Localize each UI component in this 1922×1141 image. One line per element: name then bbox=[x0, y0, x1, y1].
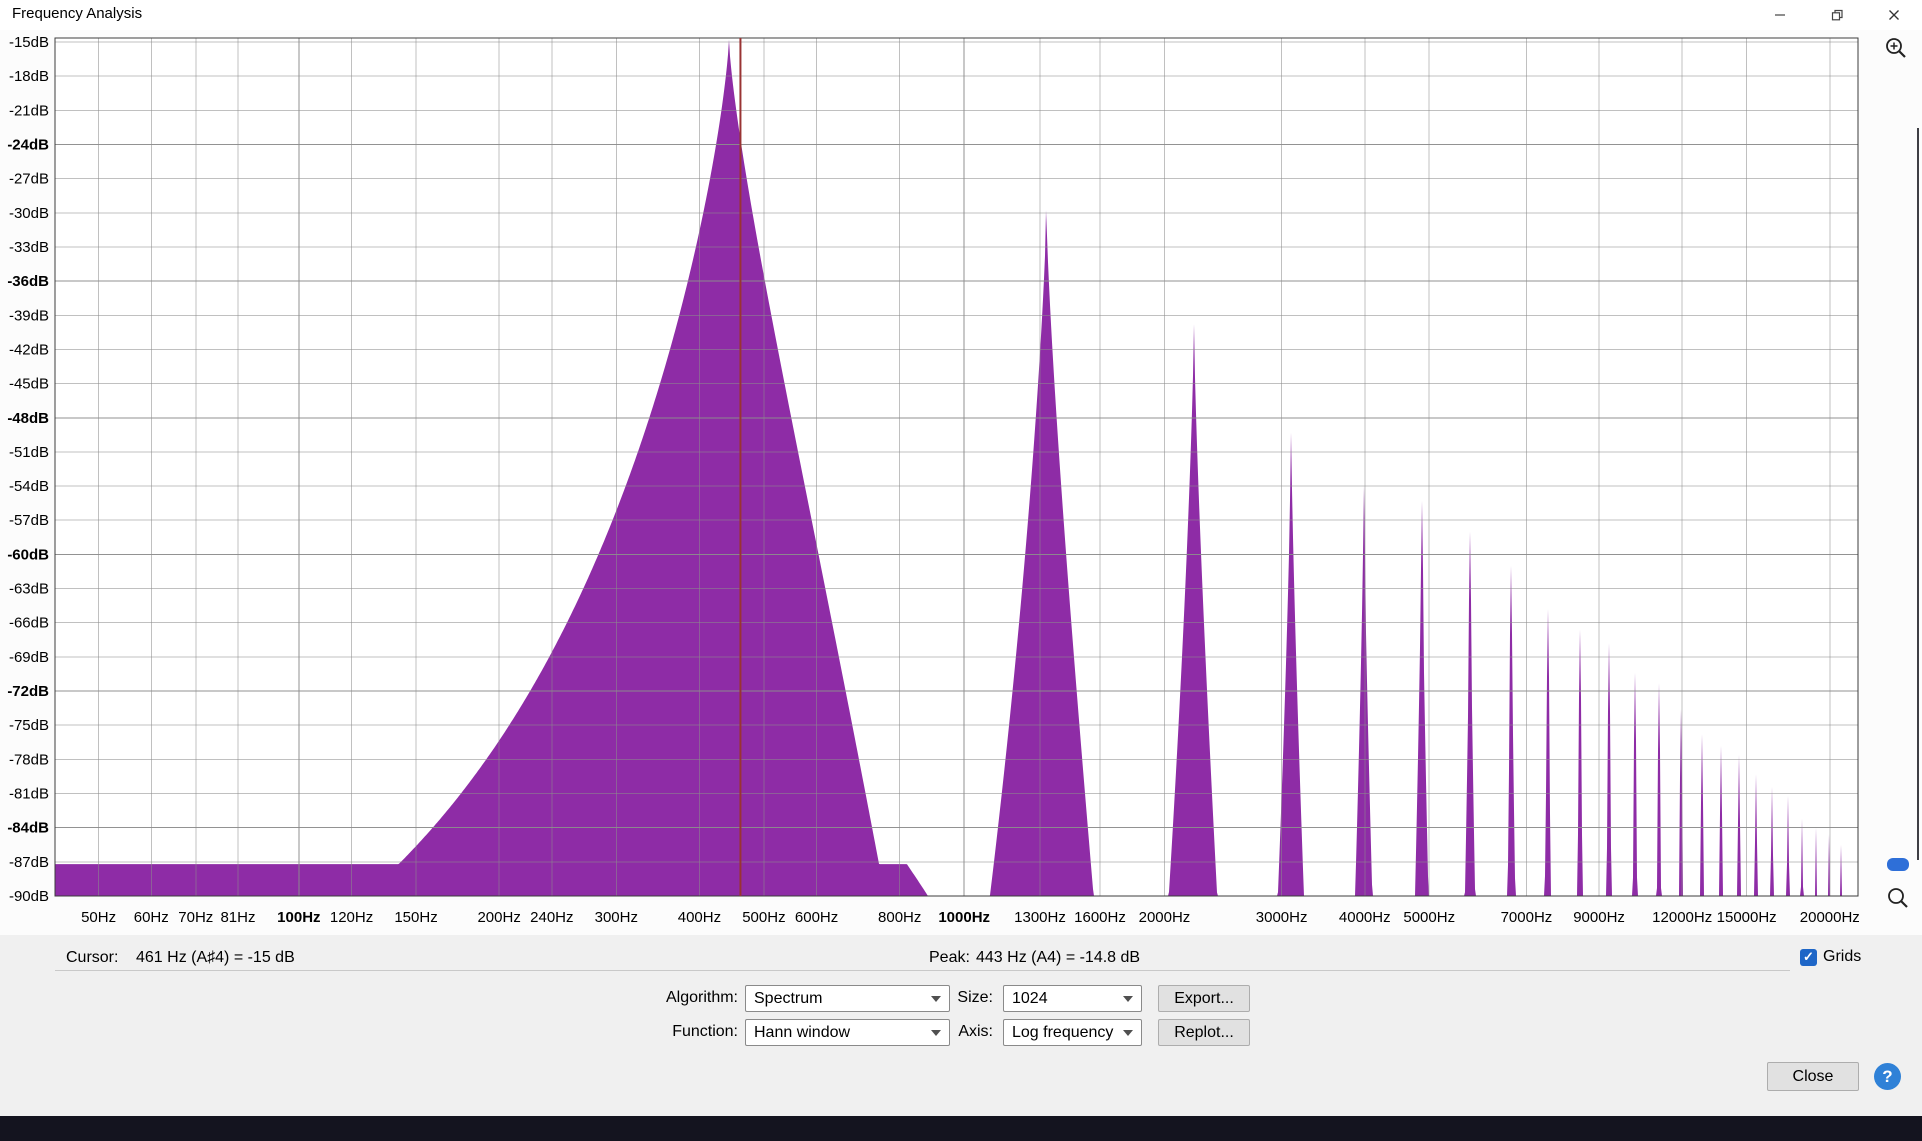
y-tick-label: -18dB bbox=[9, 68, 49, 85]
size-value: 1024 bbox=[1004, 990, 1115, 1008]
x-tick-label: 800Hz bbox=[878, 909, 921, 926]
x-tick-label: 1000Hz bbox=[938, 909, 990, 926]
x-tick-label: 9000Hz bbox=[1573, 909, 1625, 926]
grids-checkbox[interactable]: ✓ Grids bbox=[1800, 948, 1861, 966]
x-tick-label: 12000Hz bbox=[1652, 909, 1712, 926]
y-tick-label: -39dB bbox=[9, 307, 49, 324]
y-tick-label: -90dB bbox=[9, 888, 49, 905]
algorithm-label: Algorithm: bbox=[618, 989, 738, 1007]
x-tick-label: 100Hz bbox=[277, 909, 320, 926]
plot-background bbox=[55, 38, 1858, 896]
export-button[interactable]: Export... bbox=[1158, 985, 1250, 1012]
y-tick-label: -60dB bbox=[7, 546, 49, 563]
minimize-icon bbox=[1774, 9, 1786, 21]
y-tick-label: -84dB bbox=[7, 820, 49, 837]
help-button[interactable]: ? bbox=[1874, 1063, 1901, 1090]
peak-value: 443 Hz (A4) = -14.8 dB bbox=[976, 949, 1140, 967]
x-tick-label: 150Hz bbox=[394, 909, 437, 926]
close-icon bbox=[1888, 9, 1900, 21]
y-tick-label: -51dB bbox=[9, 444, 49, 461]
x-tick-label: 4000Hz bbox=[1339, 909, 1391, 926]
x-tick-label: 60Hz bbox=[134, 909, 169, 926]
y-tick-label: -57dB bbox=[9, 512, 49, 529]
x-tick-label: 81Hz bbox=[220, 909, 255, 926]
y-tick-label: -81dB bbox=[9, 786, 49, 803]
minimize-button[interactable] bbox=[1751, 0, 1808, 30]
y-tick-label: -30dB bbox=[9, 205, 49, 222]
grids-label: Grids bbox=[1823, 948, 1861, 966]
status-separator bbox=[55, 944, 1790, 971]
chevron-down-icon bbox=[1115, 996, 1141, 1002]
y-tick-label: -27dB bbox=[9, 171, 49, 188]
y-tick-label: -42dB bbox=[9, 341, 49, 358]
y-tick-label: -21dB bbox=[9, 102, 49, 119]
x-tick-label: 50Hz bbox=[81, 909, 116, 926]
x-tick-label: 240Hz bbox=[530, 909, 573, 926]
x-tick-label: 7000Hz bbox=[1501, 909, 1553, 926]
x-tick-label: 70Hz bbox=[178, 909, 213, 926]
x-tick-label: 5000Hz bbox=[1403, 909, 1455, 926]
axis-select[interactable]: Log frequency bbox=[1003, 1019, 1142, 1046]
y-tick-label: -78dB bbox=[9, 751, 49, 768]
y-tick-label: -63dB bbox=[9, 581, 49, 598]
chevron-down-icon bbox=[1115, 1030, 1141, 1036]
y-tick-label: -48dB bbox=[7, 410, 49, 427]
frequency-analysis-window: Frequency Analysis -15dB-18dB-21dB-24dB-… bbox=[0, 0, 1922, 1141]
cursor-label: Cursor: bbox=[66, 949, 118, 967]
y-tick-label: -24dB bbox=[7, 136, 49, 153]
y-tick-label: -54dB bbox=[9, 478, 49, 495]
y-tick-label: -45dB bbox=[9, 376, 49, 393]
x-tick-label: 500Hz bbox=[742, 909, 785, 926]
y-tick-label: -15dB bbox=[9, 34, 49, 51]
y-tick-label: -33dB bbox=[9, 239, 49, 256]
y-tick-label: -72dB bbox=[7, 683, 49, 700]
window-title: Frequency Analysis bbox=[12, 5, 142, 22]
y-tick-label: -87dB bbox=[9, 854, 49, 871]
right-edge-scrollbar[interactable] bbox=[1917, 128, 1919, 860]
spectrum-chart[interactable]: -15dB -18dB -21dB -24dB -27dB -30dB -33dB -36dB… bbox=[0, 30, 1922, 935]
checkbox-checked-icon: ✓ bbox=[1800, 949, 1817, 966]
axis-label: Axis: bbox=[903, 1023, 993, 1041]
close-window-button[interactable] bbox=[1865, 0, 1922, 30]
restore-icon bbox=[1831, 9, 1843, 21]
taskbar-strip bbox=[0, 1116, 1922, 1141]
algorithm-value: Spectrum bbox=[746, 990, 923, 1008]
x-tick-label: 300Hz bbox=[595, 909, 638, 926]
x-tick-label: 120Hz bbox=[330, 909, 373, 926]
maximize-restore-button[interactable] bbox=[1808, 0, 1865, 30]
x-tick-label: 20000Hz bbox=[1800, 909, 1860, 926]
x-tick-label: 200Hz bbox=[477, 909, 520, 926]
replot-button[interactable]: Replot... bbox=[1158, 1019, 1250, 1046]
zoom-in-icon[interactable] bbox=[1884, 36, 1908, 65]
function-value: Hann window bbox=[746, 1024, 923, 1042]
x-tick-label: 600Hz bbox=[795, 909, 838, 926]
close-button[interactable]: Close bbox=[1767, 1062, 1859, 1091]
cursor-value: 461 Hz (A♯4) = -15 dB bbox=[136, 949, 295, 967]
x-tick-label: 15000Hz bbox=[1717, 909, 1777, 926]
axis-value: Log frequency bbox=[1004, 1024, 1115, 1042]
y-tick-label: -66dB bbox=[9, 615, 49, 632]
zoom-icon[interactable] bbox=[1886, 886, 1910, 915]
y-tick-label: -36dB bbox=[7, 273, 49, 290]
y-tick-label: -69dB bbox=[9, 649, 49, 666]
size-label: Size: bbox=[903, 989, 993, 1007]
x-tick-label: 2000Hz bbox=[1139, 909, 1191, 926]
x-tick-label: 1600Hz bbox=[1074, 909, 1126, 926]
size-select[interactable]: 1024 bbox=[1003, 985, 1142, 1012]
peak-label: Peak: bbox=[929, 949, 970, 967]
titlebar: Frequency Analysis bbox=[0, 0, 1922, 31]
y-tick-label: -75dB bbox=[9, 717, 49, 734]
titlebar-buttons bbox=[1751, 0, 1922, 30]
plot-zone: -15dB -18dB -21dB -24dB -27dB -30dB -33dB -36dB… bbox=[0, 30, 1922, 935]
x-tick-label: 3000Hz bbox=[1256, 909, 1308, 926]
blue-badge-icon bbox=[1887, 858, 1909, 871]
x-tick-label: 400Hz bbox=[678, 909, 721, 926]
x-tick-label: 1300Hz bbox=[1014, 909, 1066, 926]
function-label: Function: bbox=[618, 1023, 738, 1041]
